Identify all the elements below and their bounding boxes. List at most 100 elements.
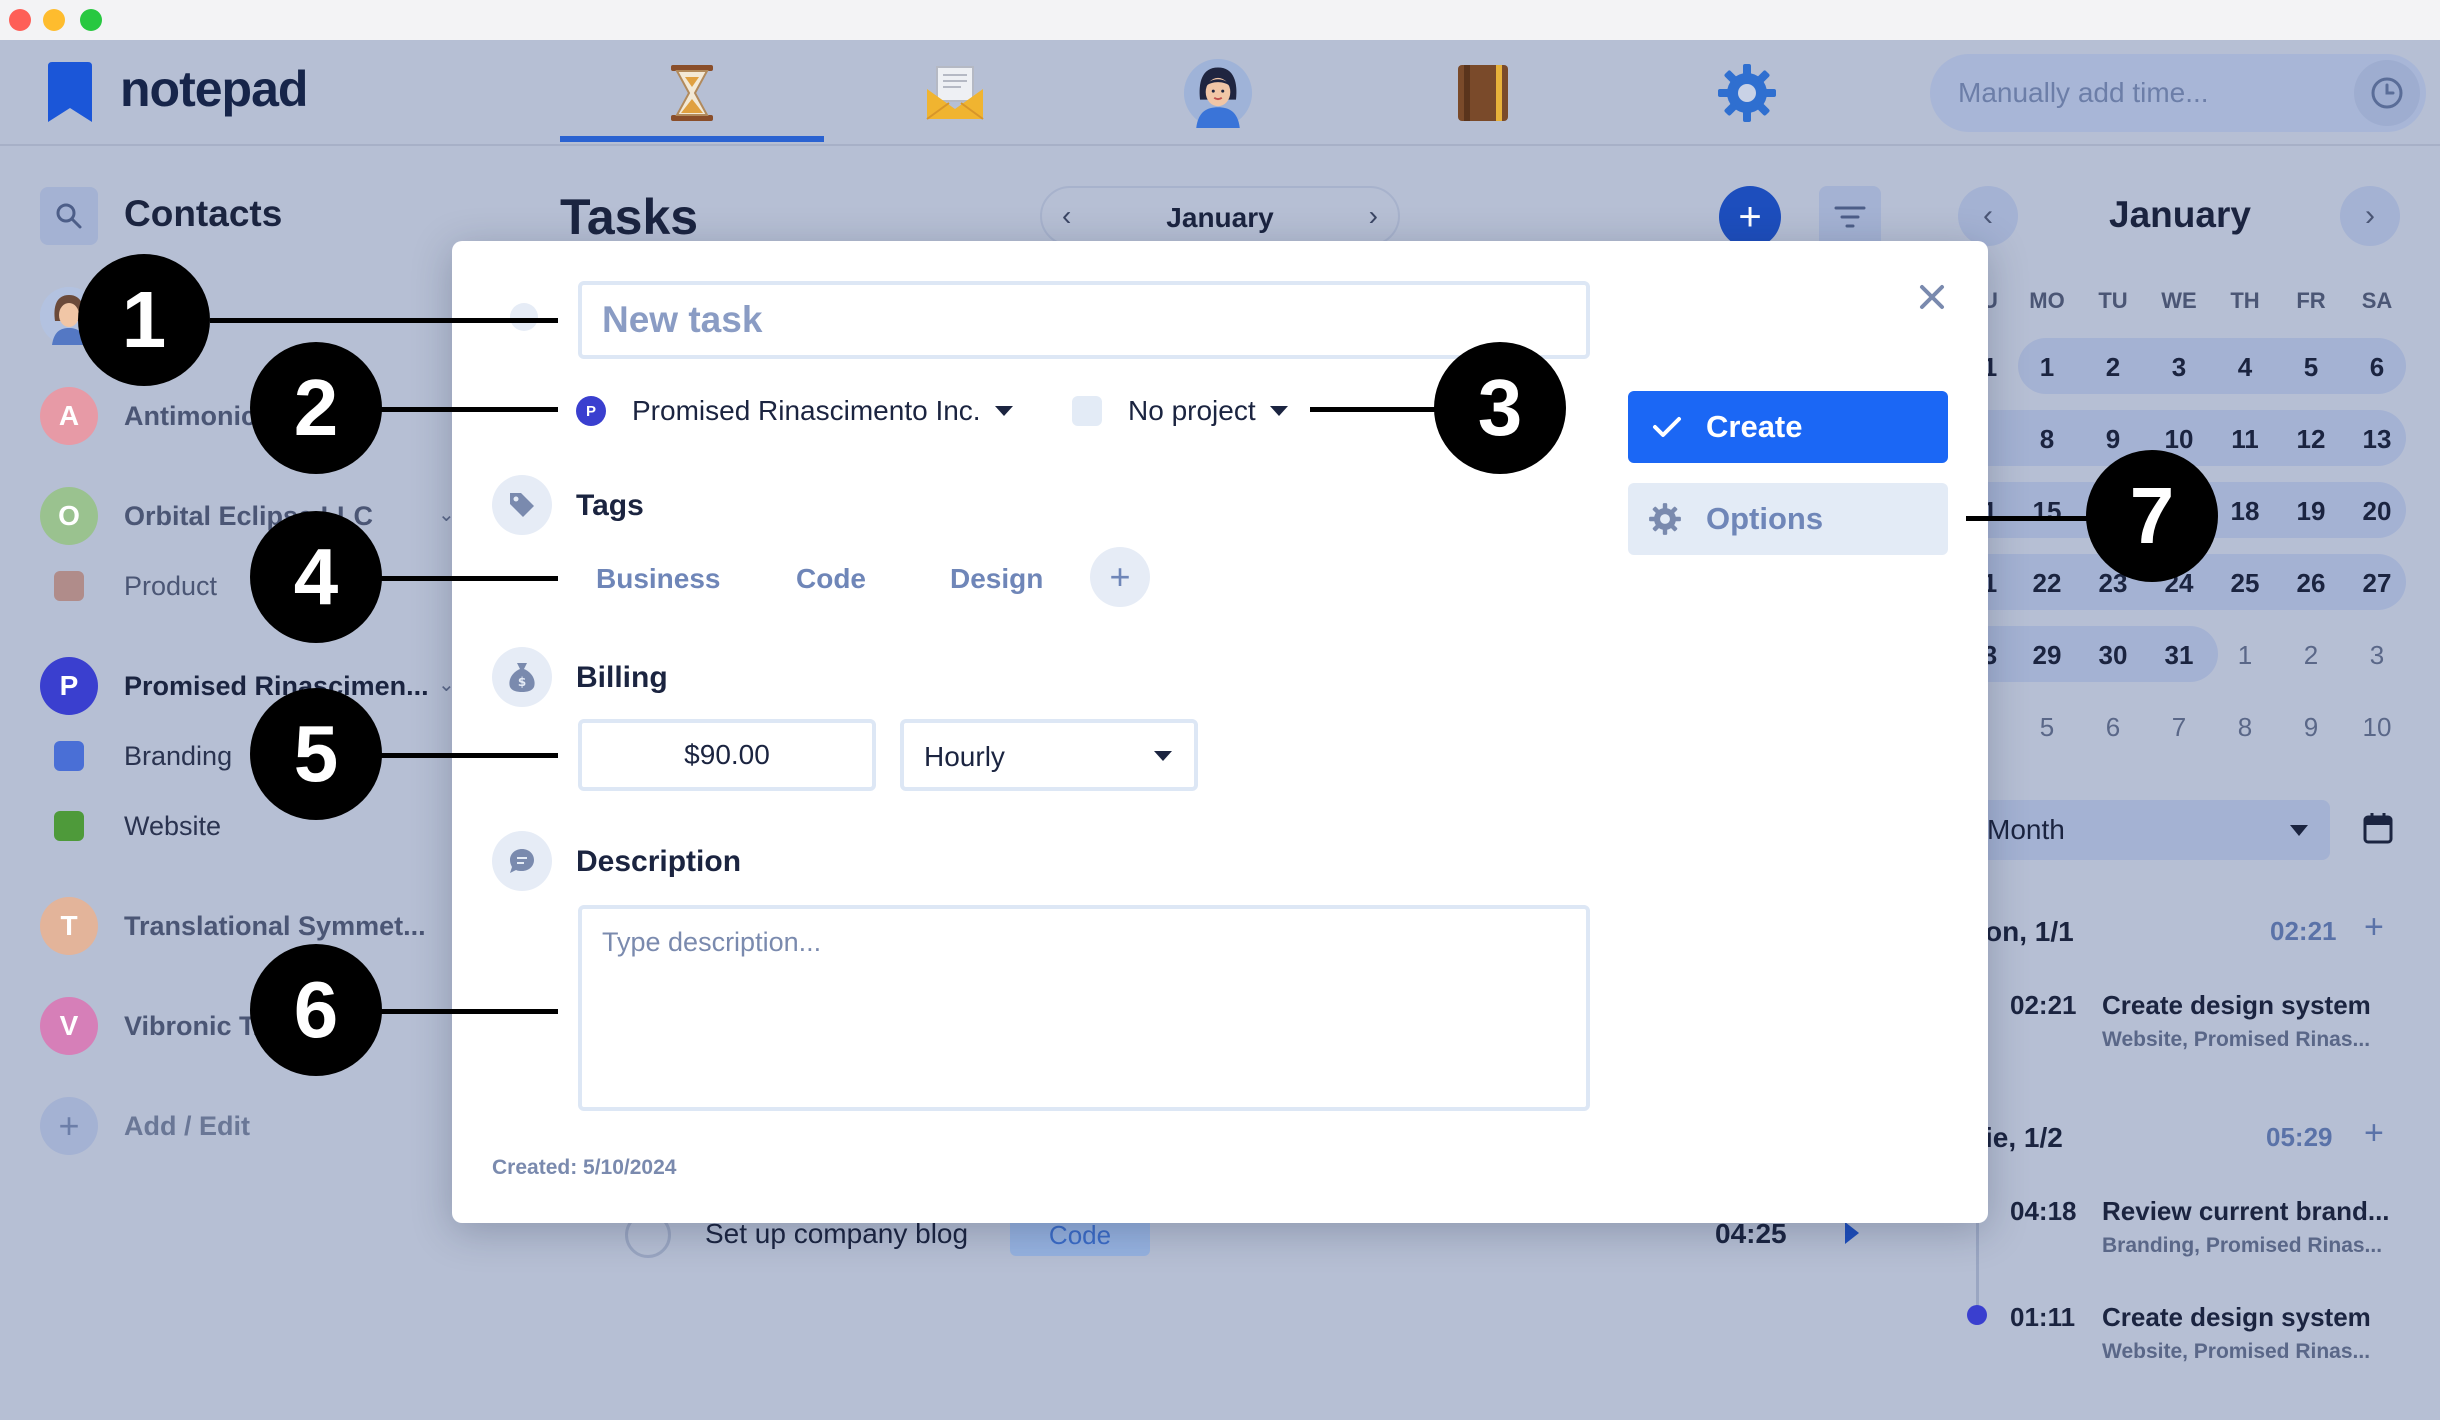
calendar-day-header: TU — [2098, 288, 2128, 313]
calendar-day[interactable]: 8 — [2017, 424, 2077, 455]
calendar-day[interactable]: 5 — [2017, 712, 2077, 743]
caret-down-icon — [1154, 751, 1172, 761]
nav-mail-tab[interactable] — [920, 58, 990, 128]
calendar-day[interactable]: 3 — [2347, 640, 2407, 671]
nav-notebook-tab[interactable] — [1448, 58, 1518, 128]
gear-icon — [1649, 503, 1681, 535]
description-textarea[interactable] — [582, 909, 1586, 1107]
tags-label: Tags — [576, 489, 644, 522]
minimize-window-button[interactable] — [43, 9, 65, 31]
timeline-dot — [1967, 1305, 1987, 1325]
create-button[interactable]: Create — [1628, 391, 1948, 463]
description-label: Description — [576, 845, 742, 878]
calendar-day[interactable]: 5 — [2281, 352, 2341, 383]
calendar-day[interactable]: 27 — [2347, 568, 2407, 599]
calendar-day[interactable]: 4 — [2215, 352, 2275, 383]
calendar-day[interactable]: 25 — [2215, 568, 2275, 599]
entry-title[interactable]: Review current brand... — [2102, 1196, 2390, 1227]
window-titlebar — [0, 0, 2440, 40]
calendar-day[interactable]: 18 — [2215, 496, 2275, 527]
manual-time-input[interactable] — [1958, 54, 2348, 132]
tasks-month-label: January — [1166, 202, 1274, 233]
calendar-day[interactable]: 2 — [2281, 640, 2341, 671]
calendar-day[interactable]: 26 — [2281, 568, 2341, 599]
nav-timer-tab[interactable] — [657, 58, 727, 128]
contact-avatar: T — [40, 897, 98, 955]
billing-rate-input[interactable] — [582, 723, 872, 787]
calendar-day[interactable]: 3 — [2149, 352, 2209, 383]
calendar-day[interactable]: 6 — [2083, 712, 2143, 743]
calendar-day[interactable]: 1 — [2017, 352, 2077, 383]
contact-project-item[interactable]: Branding — [54, 736, 232, 776]
task-name-input[interactable] — [582, 285, 1586, 355]
nav-profile-tab[interactable] — [1183, 58, 1253, 128]
add-edit-contacts-button[interactable]: + Add / Edit — [40, 1096, 250, 1156]
add-entry-button[interactable]: + — [2364, 908, 2384, 947]
contact-item[interactable]: P Promised Rinascimen... — [40, 656, 429, 716]
billing-type-select[interactable]: Hourly — [900, 719, 1198, 791]
billing-label: Billing — [576, 661, 668, 694]
calendar-day[interactable]: 11 — [2215, 424, 2275, 455]
calendar-icon[interactable] — [2363, 812, 2393, 844]
calendar-day[interactable]: 31 — [2149, 640, 2209, 671]
svg-text:$: $ — [518, 675, 526, 689]
calendar-day[interactable]: 1 — [2215, 640, 2275, 671]
tag-icon — [492, 475, 552, 535]
calendar-next-button[interactable]: › — [2340, 186, 2400, 246]
callout-leader-line — [210, 318, 558, 323]
add-task-button[interactable]: + — [1719, 186, 1781, 248]
calendar-day[interactable]: 9 — [2083, 424, 2143, 455]
calendar-day[interactable]: 8 — [2215, 712, 2275, 743]
calendar-day[interactable]: 20 — [2347, 496, 2407, 527]
calendar-day[interactable]: 12 — [2281, 424, 2341, 455]
add-entry-button[interactable]: + — [2364, 1114, 2384, 1153]
options-button[interactable]: Options — [1628, 483, 1948, 555]
gear-icon — [1718, 64, 1776, 122]
tag-design[interactable]: Design — [950, 563, 1043, 595]
calendar-day[interactable]: 9 — [2281, 712, 2341, 743]
play-icon[interactable] — [1845, 1222, 1859, 1244]
client-select[interactable]: P Promised Rinascimento Inc. — [576, 391, 1013, 431]
clock-button[interactable] — [2354, 60, 2420, 126]
entry-subtitle: Website, Promised Rinas... — [2102, 1340, 2371, 1363]
calendar-day[interactable]: 19 — [2281, 496, 2341, 527]
add-tag-button[interactable]: + — [1090, 547, 1150, 607]
calendar-day-header: FR — [2296, 288, 2326, 313]
contacts-search-button[interactable] — [40, 187, 98, 245]
day-heading: on, 1/1 — [1985, 916, 2074, 947]
contact-item[interactable]: T Translational Symmet... — [40, 896, 426, 956]
close-window-button[interactable] — [9, 9, 31, 31]
tag-business[interactable]: Business — [596, 563, 721, 595]
caret-down-icon — [2290, 825, 2308, 836]
calendar-day-header: SA — [2361, 288, 2393, 313]
calendar-day[interactable]: 29 — [2017, 640, 2077, 671]
zoom-window-button[interactable] — [80, 9, 102, 31]
close-icon[interactable] — [1912, 277, 1952, 317]
chevron-right-icon[interactable]: › — [1369, 200, 1378, 232]
app-logo-text: notepad — [120, 61, 308, 117]
filter-button[interactable] — [1819, 186, 1881, 248]
callout-2: 2 — [250, 342, 382, 474]
calendar-day[interactable]: 15 — [2017, 496, 2077, 527]
nav-settings-tab[interactable] — [1712, 58, 1782, 128]
calendar-day[interactable]: 10 — [2347, 712, 2407, 743]
active-tab-indicator — [560, 136, 824, 142]
calendar-day-header: MO — [2029, 288, 2065, 313]
entry-title[interactable]: Create design system — [2102, 1302, 2371, 1333]
project-select[interactable]: No project — [1072, 391, 1288, 431]
calendar-day[interactable]: 2 — [2083, 352, 2143, 383]
calendar-day[interactable]: 30 — [2083, 640, 2143, 671]
calendar-day[interactable]: 7 — [2149, 712, 2209, 743]
entry-time: 01:11 — [2010, 1302, 2076, 1332]
calendar-prev-button[interactable]: ‹ — [1958, 186, 2018, 246]
calendar-view-select[interactable]: Month — [1975, 800, 2330, 860]
contact-project-item[interactable]: Product — [54, 566, 217, 606]
calendar-day[interactable]: 13 — [2347, 424, 2407, 455]
calendar-day[interactable]: 6 — [2347, 352, 2407, 383]
tag-code[interactable]: Code — [796, 563, 866, 595]
entry-subtitle: Website, Promised Rinas... — [2102, 1028, 2371, 1051]
calendar-day[interactable]: 22 — [2017, 568, 2077, 599]
contact-item[interactable]: A Antimonic — [40, 386, 256, 446]
contact-project-item[interactable]: Website — [54, 806, 221, 846]
entry-title[interactable]: Create design system — [2102, 990, 2371, 1021]
